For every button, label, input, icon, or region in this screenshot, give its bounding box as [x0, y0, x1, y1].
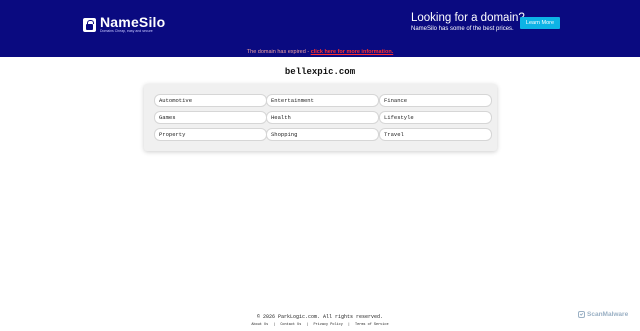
- category-shopping[interactable]: Shopping: [266, 128, 379, 141]
- scanmalware-label: ScanMalware: [587, 311, 629, 318]
- category-property[interactable]: Property: [154, 128, 267, 141]
- promo-subtitle: NameSilo has some of the best prices.: [411, 26, 514, 32]
- category-finance[interactable]: Finance: [379, 94, 492, 107]
- promo-block: Looking for a domain? NameSilo has some …: [411, 11, 525, 34]
- copyright-text: © 2026 ParkLogic.com. All rights reserve…: [256, 314, 384, 320]
- expired-notice: The domain has expired - click here for …: [0, 49, 640, 56]
- footer: © 2026 ParkLogic.com. All rights reserve…: [0, 314, 640, 328]
- category-health[interactable]: Health: [266, 111, 379, 124]
- category-games[interactable]: Games: [154, 111, 267, 124]
- footer-separator: |: [273, 323, 276, 327]
- contact-us-link[interactable]: Contact Us: [280, 323, 301, 327]
- footer-links: About Us | Contact Us | Privacy Policy | Terms…: [0, 322, 640, 328]
- footer-separator: |: [306, 323, 309, 327]
- learn-more-button[interactable]: Learn More: [520, 17, 560, 29]
- terms-of-service-link[interactable]: Terms of Service: [355, 323, 389, 327]
- promo-title: Looking for a domain?: [411, 12, 525, 24]
- domain-title: bellexpic.com: [284, 67, 356, 77]
- category-automotive[interactable]: Automotive: [154, 94, 267, 107]
- categories-panel: Automotive Entertainment Finance Games H…: [144, 84, 497, 151]
- shield-check-icon: [578, 311, 585, 318]
- category-entertainment[interactable]: Entertainment: [266, 94, 379, 107]
- logo-tagline: Domains Cheap, easy and secure: [100, 29, 153, 33]
- logo-name: NameSilo: [100, 14, 166, 30]
- more-info-link[interactable]: click here for more information.: [311, 49, 394, 55]
- footer-separator: |: [347, 323, 350, 327]
- category-travel[interactable]: Travel: [379, 128, 492, 141]
- scanmalware-badge[interactable]: ScanMalware: [578, 311, 628, 318]
- about-us-link[interactable]: About Us: [251, 323, 268, 327]
- privacy-policy-link[interactable]: Privacy Policy: [313, 323, 342, 327]
- category-lifestyle[interactable]: Lifestyle: [379, 111, 492, 124]
- padlock-icon: [83, 17, 96, 32]
- namesilo-logo[interactable]: NameSilo Domains Cheap, easy and secure: [83, 15, 165, 34]
- expired-notice-text: The domain has expired -: [246, 49, 311, 55]
